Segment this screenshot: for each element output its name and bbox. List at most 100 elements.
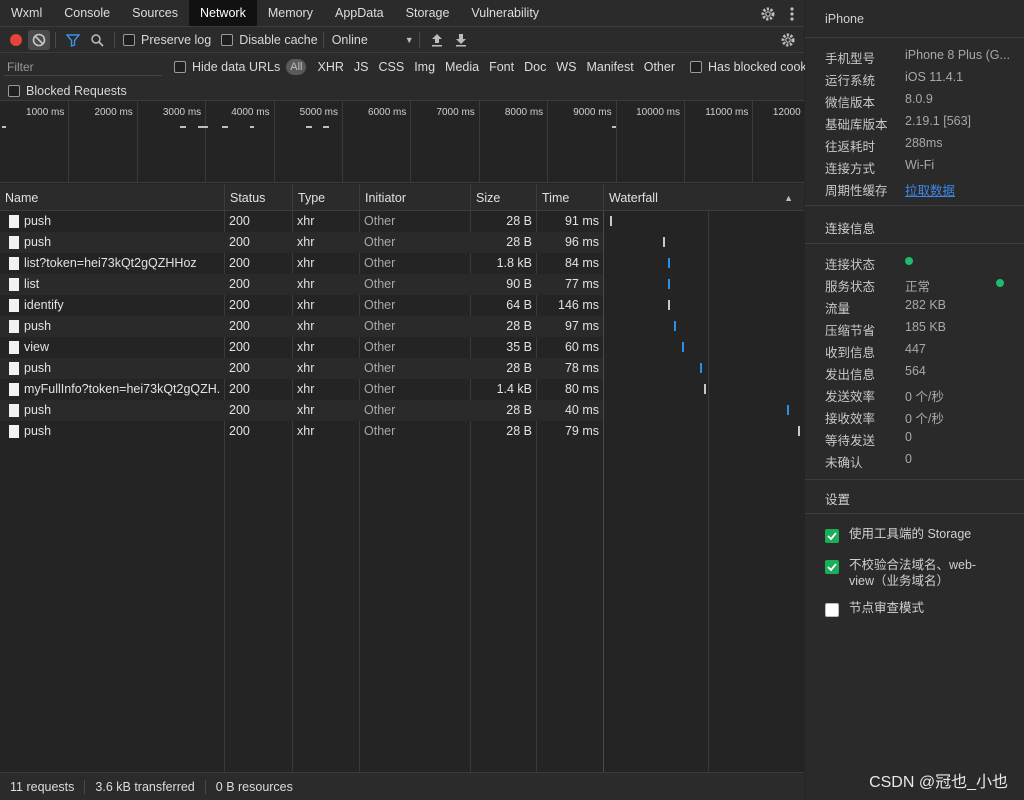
document-icon <box>9 299 19 312</box>
hide-data-urls-checkbox[interactable]: Hide data URLs <box>174 60 280 74</box>
table-header: Name Status Type Initiator Size Time Wat… <box>0 184 804 211</box>
clear-icon[interactable] <box>28 29 50 50</box>
filter-type-img[interactable]: Img <box>409 60 440 74</box>
tab-storage[interactable]: Storage <box>395 0 461 26</box>
blocked-requests-box[interactable] <box>8 84 20 97</box>
tab-appdata[interactable]: AppData <box>324 0 395 26</box>
connection-info-key: 连接状态 <box>825 258 876 272</box>
table-row[interactable]: list?token=hei73kQt2gQZHHoz 200 xhr Other 1.… <box>0 253 603 274</box>
column-header-type[interactable]: Type <box>293 184 360 211</box>
request-name: push <box>24 214 52 228</box>
waterfall-bar <box>703 384 706 394</box>
search-icon[interactable] <box>85 28 109 52</box>
column-header-initiator[interactable]: Initiator <box>360 184 471 211</box>
has-blocked-cookies-box[interactable] <box>689 61 702 73</box>
device-info-key: 微信版本 <box>825 96 876 110</box>
waterfall-area <box>604 211 804 772</box>
table-row[interactable]: view 200 xhr Other 35 B 60 ms <box>0 337 603 358</box>
disable-cache-checkbox[interactable]: Disable cache <box>221 33 318 47</box>
device-info-value: 2.19.1 [563] <box>905 114 972 128</box>
table-row[interactable]: identify 200 xhr Other 64 B 146 ms <box>0 295 603 316</box>
table-row[interactable]: push 200 xhr Other 28 B 79 ms <box>0 421 603 442</box>
filter-type-xhr[interactable]: XHR <box>312 60 348 74</box>
request-status: 200 <box>229 382 250 396</box>
has-blocked-cookies-checkbox[interactable]: Has blocked cookies <box>689 60 823 74</box>
filter-type-js[interactable]: JS <box>349 60 374 74</box>
column-header-name[interactable]: Name <box>0 184 225 211</box>
tab-wxml[interactable]: Wxml <box>0 0 53 26</box>
device-info-value: 8.0.9 <box>905 92 933 106</box>
filter-type-all[interactable]: All <box>286 59 307 75</box>
blocked-requests-checkbox[interactable]: Blocked Requests <box>8 84 127 98</box>
request-type: xhr <box>297 424 315 438</box>
setting-checkbox[interactable] <box>825 529 839 543</box>
waterfall-bar <box>798 426 801 436</box>
table-row[interactable]: push 200 xhr Other 28 B 91 ms <box>0 211 603 232</box>
device-info-value: Wi-Fi <box>905 158 935 172</box>
overview-timeline[interactable]: 1000 ms 2000 ms 3000 ms 4000 ms 5000 ms 6000 … <box>0 101 804 183</box>
column-header-time[interactable]: Time <box>537 184 604 211</box>
waterfall-bar <box>609 216 612 226</box>
export-har-icon[interactable] <box>449 28 473 52</box>
settings-gear-icon[interactable] <box>756 2 780 26</box>
request-type: xhr <box>297 361 315 375</box>
filter-input[interactable] <box>4 58 162 76</box>
filter-type-media[interactable]: Media <box>440 60 484 74</box>
request-size: 28 B <box>506 424 532 438</box>
connection-status-dot <box>905 257 913 265</box>
table-row[interactable]: myFullInfo?token=hei73kQt2gQZH... 200 xhr O… <box>0 379 603 400</box>
request-type: xhr <box>297 319 315 333</box>
preserve-log-label: Preserve log <box>141 32 212 47</box>
record-icon[interactable] <box>4 28 28 52</box>
hide-data-urls-box[interactable] <box>174 61 186 73</box>
request-size: 1.8 kB <box>496 256 532 270</box>
overview-tick-label: 2000 ms <box>94 107 133 118</box>
connection-info-key: 接收效率 <box>825 412 876 426</box>
table-row[interactable]: push 200 xhr Other 28 B 40 ms <box>0 400 603 421</box>
overview-activity-mark <box>2 126 6 128</box>
column-header-status[interactable]: Status <box>225 184 293 211</box>
filter-type-other[interactable]: Other <box>639 60 680 74</box>
tab-network[interactable]: Network <box>188 0 257 26</box>
chevron-down-icon: ▼ <box>404 34 414 45</box>
settings-section-title: 设置 <box>825 493 851 507</box>
filter-funnel-icon[interactable] <box>61 28 85 52</box>
document-icon <box>9 362 19 375</box>
table-row[interactable]: push 200 xhr Other 28 B 96 ms <box>0 232 603 253</box>
request-time: 78 ms <box>564 361 599 375</box>
filter-type-manifest[interactable]: Manifest <box>581 60 638 74</box>
table-row[interactable]: push 200 xhr Other 28 B 78 ms <box>0 358 603 379</box>
tab-sources[interactable]: Sources <box>121 0 189 26</box>
table-row[interactable]: push 200 xhr Other 28 B 97 ms <box>0 316 603 337</box>
device-info-pane: iPhone 手机型号 iPhone 8 Plus (G... 运行系统 iOS 11.… <box>805 0 1024 800</box>
column-header-size[interactable]: Size <box>471 184 537 211</box>
setting-checkbox[interactable] <box>825 560 839 574</box>
table-row[interactable]: list 200 xhr Other 90 B 77 ms <box>0 274 603 295</box>
tab-memory[interactable]: Memory <box>257 0 324 26</box>
preserve-log-box[interactable] <box>123 33 135 46</box>
tab-console[interactable]: Console <box>53 0 121 26</box>
network-settings-gear-icon[interactable] <box>776 28 800 52</box>
section-divider <box>805 205 1024 206</box>
import-har-icon[interactable] <box>425 28 449 52</box>
setting-label: 节点审查模式 <box>849 601 925 615</box>
fetch-data-link[interactable]: 拉取数据 <box>905 180 955 199</box>
tab-vulnerability[interactable]: Vulnerability <box>460 0 550 26</box>
setting-checkbox[interactable] <box>825 603 839 617</box>
overview-gridline <box>752 101 754 182</box>
more-options-icon[interactable] <box>780 2 804 26</box>
column-header-waterfall[interactable]: Waterfall ▲ <box>604 184 804 211</box>
request-status: 200 <box>229 424 250 438</box>
disable-cache-box[interactable] <box>221 33 234 46</box>
device-info-value: 288ms <box>905 136 943 150</box>
waterfall-bar <box>699 363 702 373</box>
filter-type-font[interactable]: Font <box>484 60 519 74</box>
request-size: 28 B <box>506 319 532 333</box>
filter-type-doc[interactable]: Doc <box>519 60 551 74</box>
preserve-log-checkbox[interactable]: Preserve log <box>123 33 211 47</box>
tab-bar-actions <box>756 0 804 27</box>
check-icon <box>827 563 837 572</box>
filter-type-ws[interactable]: WS <box>551 60 581 74</box>
throttle-select[interactable]: Online ▼ <box>332 33 414 47</box>
filter-type-css[interactable]: CSS <box>373 60 409 74</box>
